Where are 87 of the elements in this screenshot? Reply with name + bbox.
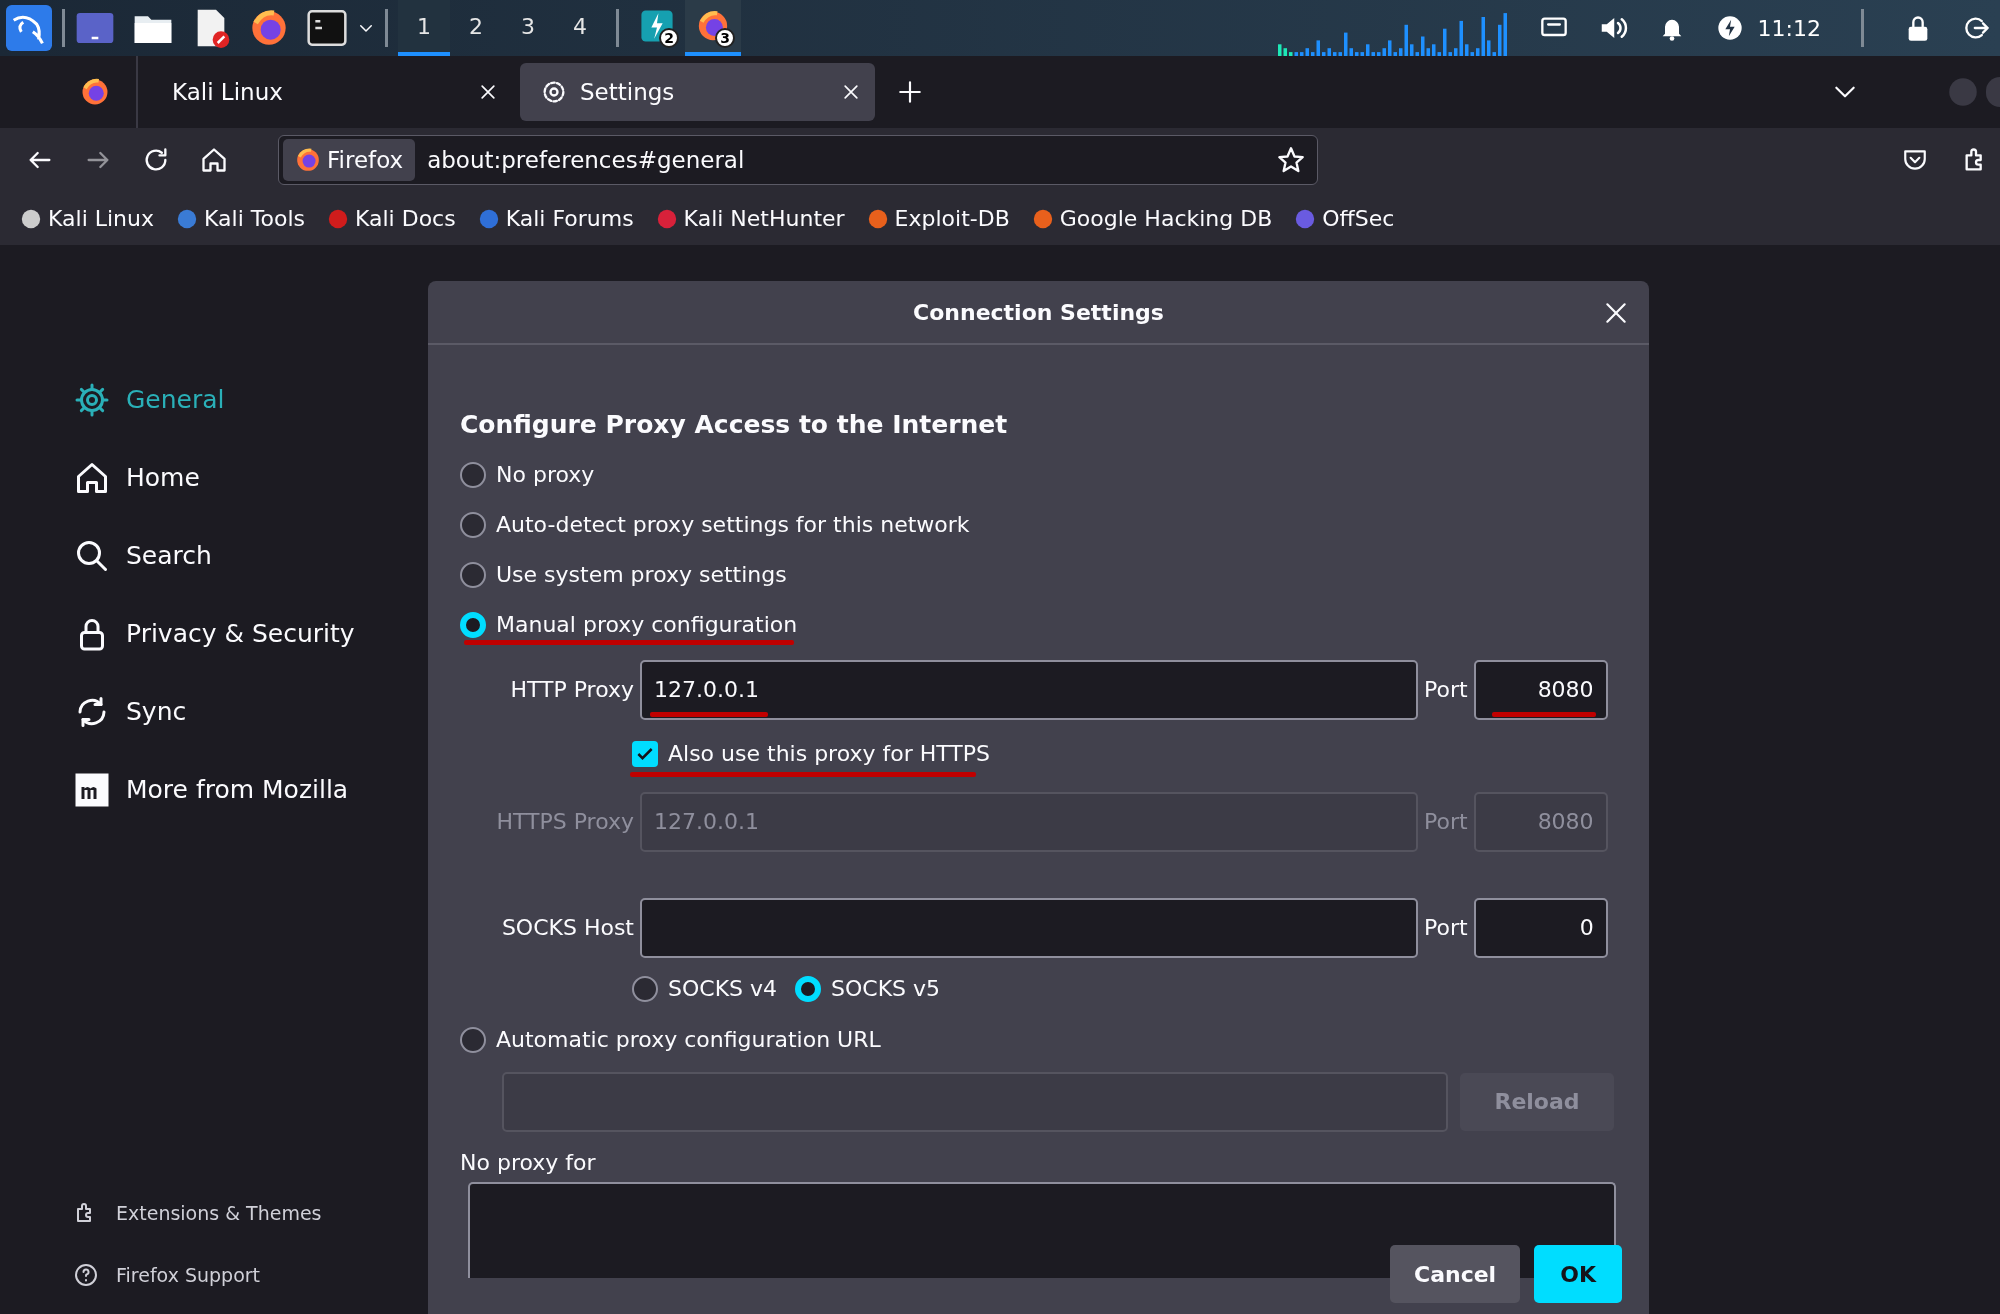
sidebar-item[interactable]: Privacy & Security: [74, 595, 430, 673]
text-field[interactable]: [640, 897, 1418, 958]
sidebar-item[interactable]: General: [74, 361, 430, 439]
workspace-button[interactable]: 2: [450, 0, 502, 56]
radio-button[interactable]: [460, 561, 486, 588]
reload-icon[interactable]: [142, 146, 170, 174]
clock-time: 11:12: [1757, 14, 1821, 43]
radio-button[interactable]: [460, 611, 486, 638]
identity-button[interactable]: Firefox: [283, 139, 416, 181]
port-label: Port: [1424, 808, 1468, 836]
radio-button[interactable]: [632, 975, 658, 1002]
field-label: HTTP Proxy: [509, 676, 635, 704]
close-icon[interactable]: [1603, 300, 1629, 326]
field-label: No proxy for: [460, 1148, 597, 1177]
tab-title: Kali Linux: [172, 77, 284, 107]
bookmark-favicon-icon: [326, 207, 349, 230]
checkbox[interactable]: [632, 740, 658, 767]
bookmark-link[interactable]: Exploit-DB: [866, 202, 1010, 235]
port-field[interactable]: 8080: [1473, 659, 1608, 720]
workspace-button[interactable]: 4: [554, 0, 606, 56]
port-label: Port: [1424, 676, 1468, 704]
port-field[interactable]: 0: [1473, 897, 1608, 958]
firefox-icon[interactable]: [249, 8, 289, 48]
bookmark-link[interactable]: Google Hacking DB: [1031, 202, 1273, 235]
terminal-icon[interactable]: [307, 8, 347, 48]
house-icon: [74, 460, 110, 496]
workspace-button[interactable]: 3: [502, 0, 554, 56]
option-label[interactable]: No proxy: [496, 458, 595, 491]
sidebar-link[interactable]: Firefox Support: [74, 1244, 430, 1306]
bookmark-favicon-icon: [176, 207, 198, 230]
count-badge: 3: [715, 28, 735, 48]
tab-title: Settings: [580, 77, 676, 107]
browser-tab[interactable]: Settings: [520, 63, 875, 121]
task-button[interactable]: 3: [685, 0, 741, 56]
bookmark-favicon-icon: [20, 207, 42, 230]
bolt-app-icon: [640, 9, 674, 43]
home-icon[interactable]: [200, 146, 228, 174]
bookmark-link[interactable]: OffSec: [1294, 202, 1395, 235]
m-logo-icon: [74, 772, 110, 808]
radio-button[interactable]: [460, 511, 486, 538]
url-text: about:preferences#general: [427, 145, 746, 175]
help-icon: [74, 1263, 98, 1287]
option-label[interactable]: Auto-detect proxy settings for this network: [496, 508, 970, 541]
field-label: SOCKS Host: [500, 914, 635, 942]
radio-button[interactable]: [795, 975, 822, 1002]
option-label[interactable]: SOCKS v4: [668, 972, 778, 1005]
bookmark-favicon-icon: [866, 207, 889, 230]
pocket-icon[interactable]: [1902, 147, 1928, 173]
firefox-icon: [295, 147, 321, 173]
bookmark-favicon-icon: [1031, 207, 1054, 230]
bookmark-link[interactable]: Kali Forums: [477, 202, 634, 235]
close-icon[interactable]: [841, 82, 861, 102]
firefox-icon[interactable]: [80, 77, 110, 107]
sidebar-item[interactable]: Sync: [74, 673, 430, 751]
section-heading: Configure Proxy Access to the Internet: [460, 409, 1009, 441]
option-label[interactable]: Manual proxy configuration: [496, 608, 798, 641]
address-bar[interactable]: Firefox about:preferences#general: [278, 135, 1318, 185]
text-field[interactable]: 127.0.0.1: [640, 659, 1418, 720]
count-badge: 2: [659, 28, 679, 48]
task-button[interactable]: 2: [629, 0, 685, 56]
dialog-title: Connection Settings: [913, 298, 1164, 327]
star-icon[interactable]: [1277, 146, 1305, 174]
option-label[interactable]: SOCKS v5: [831, 972, 941, 1005]
sidebar-item[interactable]: Search: [74, 517, 430, 595]
sidebar-item[interactable]: Home: [74, 439, 430, 517]
sidebar-item[interactable]: More from Mozilla: [74, 751, 430, 829]
ok-button[interactable]: OK: [1534, 1245, 1623, 1303]
checkbox-label[interactable]: Also use this proxy for HTTPS: [668, 737, 990, 770]
bookmark-favicon-icon: [1294, 207, 1317, 230]
bookmark-link[interactable]: Kali Linux: [20, 202, 154, 235]
port-label: Port: [1424, 914, 1468, 942]
field-label: HTTPS Proxy: [495, 808, 635, 836]
workspace-button[interactable]: 1: [398, 0, 450, 56]
radio-button[interactable]: [460, 461, 486, 488]
plus-icon[interactable]: [897, 79, 923, 105]
cancel-button[interactable]: Cancel: [1390, 1245, 1521, 1303]
search-icon: [74, 538, 110, 574]
bookmark-link[interactable]: Kali Tools: [176, 202, 305, 235]
bookmark-link[interactable]: Kali NetHunter: [655, 202, 845, 235]
option-label[interactable]: Use system proxy settings: [496, 558, 787, 591]
browser-tab[interactable]: Kali Linux: [152, 63, 512, 121]
kali-menu-icon[interactable]: [6, 5, 52, 51]
close-icon[interactable]: [478, 82, 498, 102]
bookmark-favicon-icon: [655, 207, 678, 230]
sidebar-link[interactable]: Extensions & Themes: [74, 1182, 430, 1244]
bookmark-favicon-icon: [477, 207, 500, 230]
bookmark-link[interactable]: Kali Docs: [326, 202, 456, 235]
